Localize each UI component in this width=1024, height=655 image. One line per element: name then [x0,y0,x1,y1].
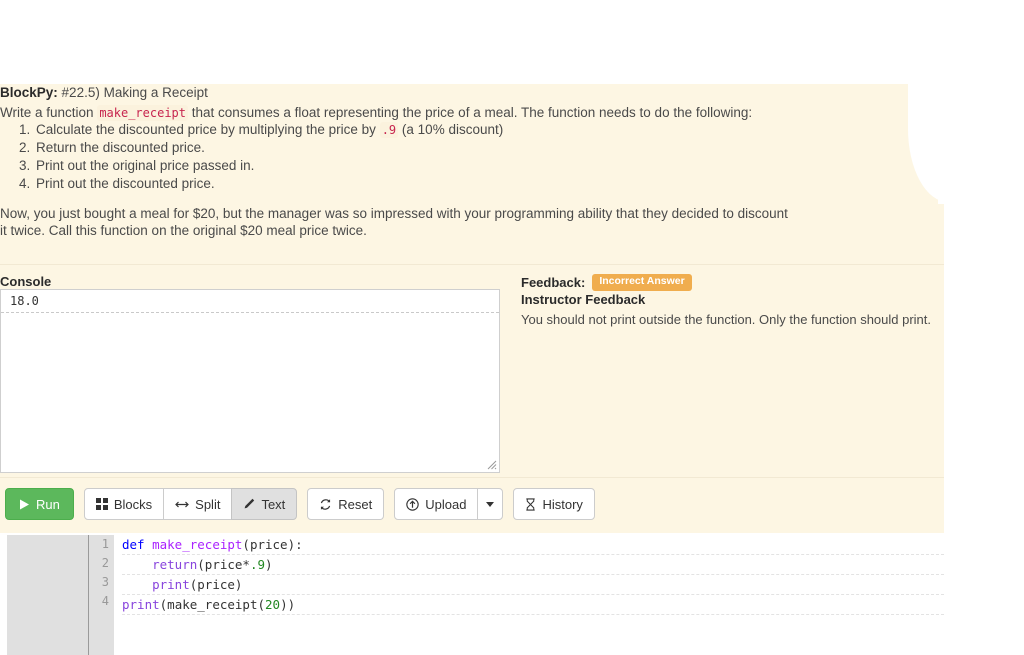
feedback-header-row: Feedback: Incorrect Answer [521,274,692,291]
run-button[interactable]: Run [5,488,74,520]
blockpy-app: BlockPy: #22.5) Making a Receipt Write a… [0,0,1024,655]
arrows-left-right-icon [175,499,189,510]
step-text-before: Calculate the discounted price by multip… [36,122,376,137]
problem-title-prefix: BlockPy: [0,85,58,100]
console-output-line: 18.0 [10,294,39,308]
history-button[interactable]: History [513,488,594,520]
code-token: print [152,577,190,592]
instructions-steps: Calculate the discounted price by multip… [0,121,503,193]
code-token: return [152,557,197,572]
code-token: (price): [242,537,302,552]
split-view-button[interactable]: Split [163,488,232,520]
upload-group: Upload [394,488,503,520]
view-mode-group: Blocks Split Text [84,488,297,520]
history-button-label: History [542,497,582,512]
upload-button-label: Upload [425,497,466,512]
code-token: 20 [265,597,280,612]
upload-icon [406,498,419,511]
code-text-area[interactable]: def make_receipt(price): return(price*.9… [114,535,944,655]
editor-side-pane [7,535,88,655]
code-line: print(make_receipt(20)) [122,595,944,615]
code-token: (make_receipt( [160,597,265,612]
console-header: Console [0,274,51,289]
code-line: def make_receipt(price): [122,535,944,555]
line-number-column: 1 2 3 4 [89,535,114,655]
reset-button[interactable]: Reset [307,488,384,520]
list-item: Print out the original price passed in. [34,157,503,175]
feedback-message: You should not print outside the functio… [521,311,931,328]
code-line: print(price) [122,575,944,595]
text-view-label: Text [261,497,285,512]
panel-corner-notch-fill [938,84,950,204]
code-token: print [122,597,160,612]
split-view-label: Split [195,497,220,512]
intro-before: Write a function [0,105,94,120]
line-number: 4 [89,592,114,611]
step-code-token: .9 [380,122,398,138]
line-number: 1 [89,535,114,554]
feedback-label: Feedback: [521,275,585,290]
list-item: Print out the discounted price. [34,175,503,193]
console-line-separator [1,312,499,313]
code-lines: def make_receipt(price): return(price*.9… [122,535,944,615]
step-text-before: Print out the original price passed in. [36,158,254,173]
code-token: .9 [250,557,265,572]
list-item: Return the discounted price. [34,139,503,157]
resize-grip-icon[interactable] [485,458,497,470]
code-token: (price* [197,557,250,572]
editor-gutter: 1 2 3 4 [89,535,114,655]
code-token [122,557,152,572]
problem-title-text: #22.5) Making a Receipt [62,85,208,100]
step-text-before: Return the discounted price. [36,140,205,155]
play-icon [19,499,30,510]
instructions-paragraph: Now, you just bought a meal for $20, but… [0,205,790,239]
upload-dropdown-toggle[interactable] [477,488,503,520]
blocks-view-button[interactable]: Blocks [84,488,164,520]
instructions-intro: Write a function make_receipt that consu… [0,105,752,120]
code-token: )) [280,597,295,612]
chevron-down-icon [486,502,494,507]
pencil-icon [243,498,255,510]
reset-icon [319,498,332,511]
intro-code-token: make_receipt [97,105,188,121]
console-output-area[interactable]: 18.0 [0,289,500,473]
step-text-after: (a 10% discount) [402,122,503,137]
blocks-view-label: Blocks [114,497,152,512]
reset-button-label: Reset [338,497,372,512]
step-text-before: Print out the discounted price. [36,176,215,191]
line-number: 3 [89,573,114,592]
code-token: (price) [190,577,243,592]
problem-title: BlockPy: #22.5) Making a Receipt [0,85,208,100]
code-line: return(price*.9) [122,555,944,575]
editor-toolbar: Run Blocks Split [5,488,595,520]
hourglass-icon [525,498,536,511]
code-token [122,577,152,592]
code-token: make_receipt [152,537,242,552]
code-token: ) [265,557,273,572]
text-view-button[interactable]: Text [231,488,297,520]
blocks-icon [96,498,108,510]
code-token: def [122,537,152,552]
run-button-label: Run [36,497,60,512]
feedback-subtitle: Instructor Feedback [521,292,645,307]
panel-divider [0,264,944,265]
line-number: 2 [89,554,114,573]
upload-button[interactable]: Upload [394,488,478,520]
list-item: Calculate the discounted price by multip… [34,121,503,139]
status-badge: Incorrect Answer [592,274,691,291]
instructions-region: BlockPy: #22.5) Making a Receipt Write a… [0,84,930,262]
intro-after: that consumes a float representing the p… [192,105,752,120]
